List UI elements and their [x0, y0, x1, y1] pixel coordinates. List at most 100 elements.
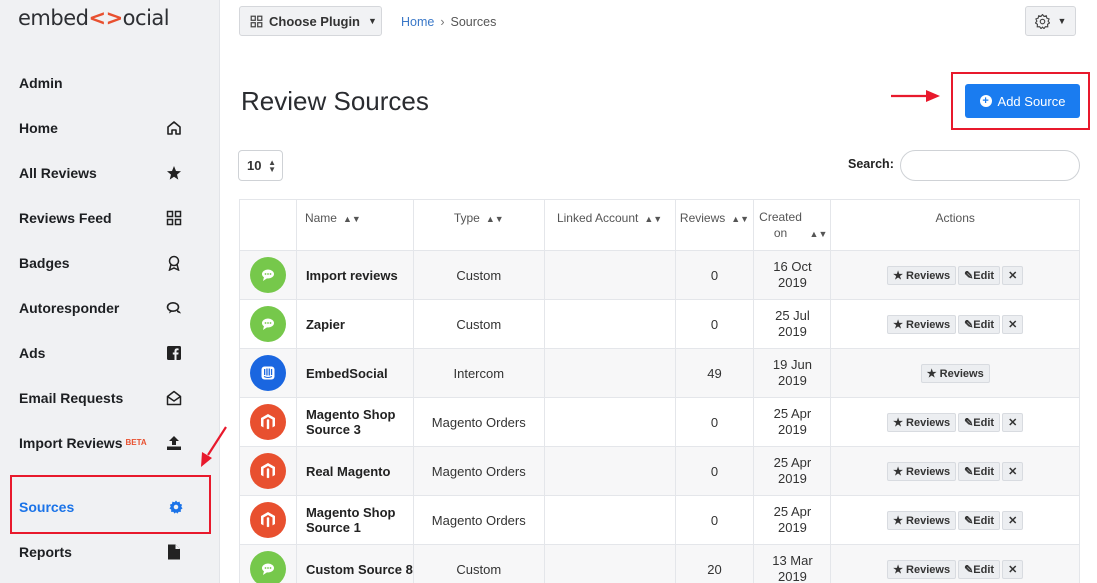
review-count: 0 [674, 299, 755, 349]
column-header-linked-account[interactable]: Linked Account ▲▼ [543, 199, 676, 251]
close-icon: ✕ [1008, 416, 1018, 429]
source-type: Intercom [412, 348, 545, 398]
column-header-type[interactable]: Type ▲▼ [412, 199, 545, 251]
close-icon: ✕ [1008, 269, 1018, 282]
review-count: 20 [674, 544, 755, 583]
row-actions: ★ Reviews ✎Edit ✕ [830, 397, 1080, 447]
magento-icon [249, 453, 286, 489]
source-type: Custom [412, 544, 545, 583]
chat-bubble-icon [249, 551, 286, 583]
source-type: Magento Orders [412, 397, 545, 447]
breadcrumb-separator: › [440, 15, 445, 29]
delete-button[interactable]: ✕ [1002, 412, 1024, 432]
sort-icon: ▲▼ [809, 229, 828, 239]
column-header-name[interactable]: Name ▲▼ [295, 199, 414, 251]
reviews-button-label: Reviews [906, 514, 951, 527]
sort-icon: ▲▼ [342, 214, 361, 224]
logo[interactable]: embed<>ocial [18, 6, 170, 30]
magento-icon [249, 502, 286, 538]
column-header-label: Linked Account [556, 211, 639, 225]
sidebar-item-reports[interactable]: Reports [0, 529, 220, 574]
edit-button[interactable]: ✎Edit [958, 412, 1001, 432]
star-icon: ★ [893, 465, 903, 478]
sidebar-item-autoresponder[interactable]: Autoresponder [0, 285, 220, 330]
delete-button[interactable]: ✕ [1002, 510, 1024, 530]
updown-arrows-icon: ▲ ▼ [268, 157, 276, 174]
delete-button[interactable]: ✕ [1002, 461, 1024, 481]
row-actions: ★ Reviews ✎Edit ✕ [830, 446, 1080, 496]
delete-button[interactable]: ✕ [1002, 265, 1024, 285]
grid-icon [165, 209, 183, 227]
reviews-button[interactable]: ★ Reviews [887, 314, 957, 334]
column-header-reviews[interactable]: Reviews ▲▼ [674, 199, 755, 251]
pencil-icon: ✎ [964, 465, 974, 478]
reviews-button-label: Reviews [939, 367, 984, 380]
annotation-arrow-icon [891, 90, 940, 102]
home-icon [165, 119, 183, 137]
edit-button-label: Edit [973, 269, 995, 282]
add-source-button[interactable]: + Add Source [965, 84, 1080, 118]
page-title: Review Sources [241, 86, 429, 116]
source-type: Magento Orders [412, 446, 545, 496]
created-date-text: 25 Apr 2019 [773, 406, 812, 437]
star-icon: ★ [893, 416, 903, 429]
reviews-button[interactable]: ★ Reviews [887, 559, 957, 579]
source-type: Custom [412, 250, 545, 300]
add-source-label: Add Source [997, 93, 1066, 109]
sidebar-item-email-requests[interactable]: Email Requests [0, 375, 220, 420]
sidebar-item-ads[interactable]: Ads [0, 330, 220, 375]
pencil-icon: ✎ [964, 416, 974, 429]
delete-button[interactable]: ✕ [1002, 559, 1024, 579]
sidebar-item-all-reviews[interactable]: All Reviews [0, 150, 220, 195]
column-header-label: Reviews [679, 211, 726, 225]
edit-button[interactable]: ✎Edit [958, 314, 1001, 334]
created-date-text: 25 Jul 2019 [775, 308, 810, 339]
table-row: Zapier Custom 0 25 Jul 2019 ★ Reviews ✎Edit ✕ [239, 299, 1080, 349]
close-icon: ✕ [1008, 318, 1018, 331]
column-header-label: Type [453, 211, 480, 225]
reviews-button[interactable]: ★ Reviews [887, 510, 957, 530]
table-row: Magento Shop Source 1 Magento Orders 0 25 A… [239, 495, 1080, 545]
avatar-cell [239, 544, 297, 583]
linked-account [543, 299, 676, 349]
intercom-icon [249, 355, 286, 391]
edit-button[interactable]: ✎Edit [958, 559, 1001, 579]
sort-icon: ▲▼ [731, 214, 750, 224]
sources-table: Name ▲▼ Type ▲▼ Linked Account ▲▼ Reviews ▲▼… [239, 199, 1080, 583]
page-length-select[interactable]: 10 ▲ ▼ [238, 150, 283, 181]
created-date: 25 Jul 2019 [753, 299, 832, 349]
pencil-icon: ✎ [964, 563, 974, 576]
breadcrumb: Home › Sources [401, 15, 496, 29]
sort-icon: ▲▼ [644, 214, 663, 224]
created-date: 25 Apr 2019 [753, 397, 832, 447]
reviews-button-label: Reviews [906, 465, 951, 478]
table-row: EmbedSocial Intercom 49 19 Jun 2019 ★ Review… [239, 348, 1080, 398]
edit-button[interactable]: ✎Edit [958, 265, 1001, 285]
avatar-cell [239, 495, 297, 545]
star-icon: ★ [893, 514, 903, 527]
reviews-button[interactable]: ★ Reviews [887, 461, 957, 481]
table-row: Import reviews Custom 0 16 Oct 2019 ★ Review… [239, 250, 1080, 300]
reviews-button-label: Reviews [906, 269, 951, 282]
sidebar-item-import-reviews[interactable]: Import Reviews BETA [0, 420, 220, 465]
search-input[interactable] [900, 150, 1080, 181]
reviews-button[interactable]: ★ Reviews [887, 265, 957, 285]
sidebar-item-home[interactable]: Home [0, 105, 220, 150]
star-icon [165, 164, 183, 182]
choose-plugin-button[interactable]: Choose Plugin ▼ [239, 6, 382, 36]
delete-button[interactable]: ✕ [1002, 314, 1024, 334]
star-icon: ★ [926, 367, 937, 380]
edit-button[interactable]: ✎Edit [958, 461, 1001, 481]
sidebar-item-admin[interactable]: Admin [0, 60, 220, 105]
chat-icon [165, 299, 183, 317]
sidebar-item-badges[interactable]: Badges [0, 240, 220, 285]
edit-button[interactable]: ✎Edit [958, 510, 1001, 530]
sidebar-item-reviews-feed[interactable]: Reviews Feed [0, 195, 220, 240]
reviews-button[interactable]: ★ Reviews [887, 412, 957, 432]
row-actions: ★ Reviews ✎Edit ✕ [830, 299, 1080, 349]
column-header-created-on[interactable]: Created on ▲▼ [753, 199, 832, 251]
reviews-button[interactable]: ★ Reviews [920, 363, 990, 383]
avatar-cell [239, 397, 297, 447]
breadcrumb-home-link[interactable]: Home [401, 15, 434, 29]
settings-dropdown-button[interactable]: ▼ [1025, 6, 1076, 36]
